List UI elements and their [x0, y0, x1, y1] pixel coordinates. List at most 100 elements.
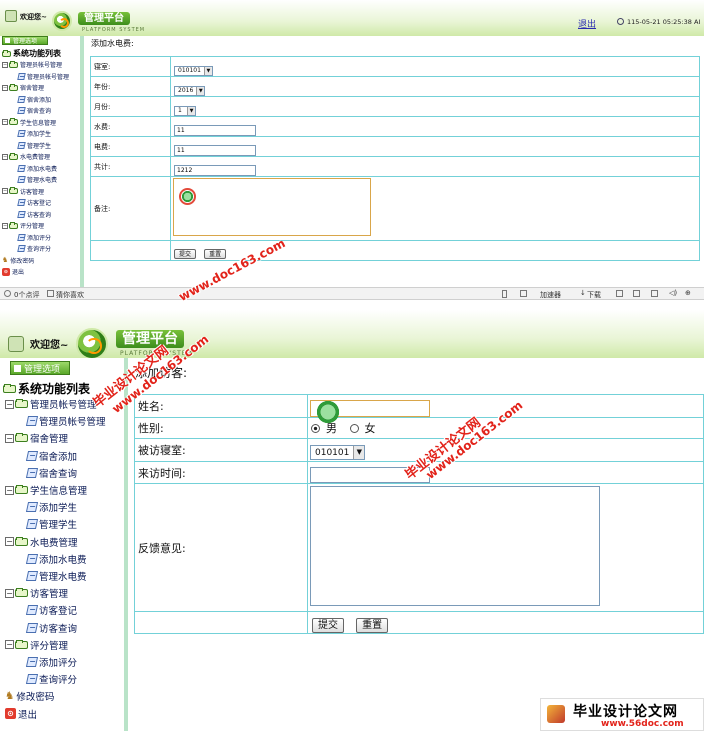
user-icon	[8, 336, 24, 352]
year-select[interactable]: 2016 ▼	[174, 85, 206, 96]
sidebar-link[interactable]: 查询评分	[17, 244, 51, 253]
image-icon[interactable]	[633, 290, 640, 297]
sidebar-link-label: 访客查询	[39, 623, 78, 635]
sidebar-link[interactable]: 宿舍查询	[25, 466, 77, 480]
logo-icon	[52, 11, 72, 31]
month-select[interactable]: 1 ▼	[174, 105, 196, 116]
remark-textarea[interactable]	[173, 177, 371, 236]
tree-group[interactable]: − 水电费管理	[2, 152, 50, 161]
sidebar-link[interactable]: 访客登记	[25, 603, 77, 617]
change-password-link[interactable]: ♞ 修改密码	[2, 256, 34, 265]
feedback-textarea[interactable]	[310, 485, 600, 606]
gender-female-radio[interactable]: 女	[349, 420, 376, 436]
tree-root-label: 系统功能列表	[13, 49, 61, 58]
brand-subtitle: PLATFORM SYSTEM	[82, 27, 146, 33]
tree-group[interactable]: − 水电费管理	[5, 535, 78, 549]
volume-icon[interactable]: ◁)	[669, 289, 677, 297]
folder-open-icon	[9, 83, 18, 91]
sidebar-link[interactable]: 添加评分	[25, 655, 78, 669]
document-icon	[17, 199, 26, 206]
sidebar-link[interactable]: 添加学生	[17, 129, 51, 138]
sidebar-link[interactable]: 添加学生	[25, 500, 77, 514]
sidebar-link[interactable]: 访客登记	[17, 198, 51, 207]
sidebar-link[interactable]: 管理学生	[25, 517, 77, 531]
reset-button[interactable]: 重置	[356, 617, 389, 633]
download-button[interactable]: 下载	[587, 290, 601, 300]
document-icon	[25, 571, 39, 581]
user-icon	[5, 10, 17, 22]
sidebar-link[interactable]: 管理水电费	[17, 175, 57, 184]
screen-icon[interactable]	[520, 290, 527, 297]
sidebar-link-label: 添加评分	[39, 658, 78, 669]
key-icon: ♞	[2, 256, 9, 264]
sidebar-link[interactable]: 管理员帐号管理	[17, 72, 70, 81]
phone-icon[interactable]	[502, 290, 507, 298]
options-label: 管理选项	[24, 364, 61, 375]
tree-group[interactable]: − 管理员帐号管理	[5, 397, 97, 411]
comments-count[interactable]: 0个点评	[14, 290, 39, 300]
sidebar-link[interactable]: 访客查询	[25, 621, 78, 635]
tree-group[interactable]: − 评分管理	[5, 638, 68, 652]
tree-group[interactable]: − 访客管理	[2, 187, 44, 196]
sidebar-link[interactable]: 宿舍查询	[17, 106, 51, 115]
tree-group[interactable]: − 宿舍管理	[2, 83, 44, 92]
share-icon[interactable]	[616, 290, 623, 297]
month-select-value: 1	[178, 107, 182, 114]
sidebar-link[interactable]: 查询评分	[25, 672, 77, 686]
exit-link[interactable]: ⊙ 退出	[5, 707, 37, 721]
gender-female-label: 女	[364, 422, 376, 435]
exit-link[interactable]: ⊙ 退出	[2, 267, 24, 276]
guess-link[interactable]: 猜你喜欢	[56, 290, 84, 300]
folder-open-icon	[15, 399, 28, 408]
options-button[interactable]: 管理选项	[10, 361, 70, 375]
tree-root[interactable]: 系统功能列表	[2, 48, 61, 59]
document-icon	[17, 176, 26, 183]
electric-fee-input[interactable]	[174, 145, 256, 156]
change-password-link[interactable]: ♞ 修改密码	[5, 689, 54, 703]
sidebar-link[interactable]: 管理水电费	[25, 569, 87, 583]
document-icon	[17, 210, 26, 218]
tree-group[interactable]: − 学生信息管理	[5, 483, 87, 497]
sidebar-link[interactable]: 访客查询	[17, 210, 51, 219]
sidebar-link[interactable]: 管理员帐号管理	[25, 414, 106, 428]
document-icon	[17, 141, 26, 149]
document-icon	[25, 657, 39, 667]
submit-button[interactable]: 提交	[312, 617, 344, 633]
tree-group[interactable]: − 管理员帐号管理	[2, 60, 62, 69]
submit-button[interactable]: 提交	[174, 249, 196, 259]
room-select[interactable]: 010101 ▼	[174, 65, 213, 76]
sidebar-link[interactable]: 添加评分	[17, 233, 52, 242]
tree-root[interactable]: 系统功能列表	[3, 380, 90, 397]
zoom-icon[interactable]: ⊕	[685, 289, 691, 297]
collapse-icon: −	[2, 84, 8, 91]
sidebar-link[interactable]: 添加水电费	[25, 552, 87, 566]
sidebar-link[interactable]: 宿舍添加	[25, 449, 77, 463]
collapse-icon: −	[5, 588, 14, 598]
reset-button[interactable]: 重置	[204, 249, 227, 259]
tree-group[interactable]: − 学生信息管理	[2, 118, 56, 127]
remark-label: 备注:	[94, 204, 111, 213]
sidebar-link-label: 添加水电费	[27, 165, 58, 173]
accelerator-button[interactable]: 加速器	[540, 290, 561, 300]
water-fee-input[interactable]	[174, 125, 256, 136]
options-button[interactable]: 管理选项	[2, 36, 48, 45]
sidebar-link[interactable]: 宿舍添加	[17, 95, 51, 104]
sidebar-link-label: 添加评分	[27, 234, 52, 242]
total-input[interactable]	[174, 165, 256, 176]
visited-room-select[interactable]: 010101 ▼	[310, 445, 366, 461]
chevron-down-icon: ▼	[203, 66, 212, 75]
logout-link[interactable]: 退出	[578, 17, 596, 30]
tree-group[interactable]: − 宿舍管理	[5, 431, 68, 445]
logo-icon	[76, 328, 108, 360]
tree-group[interactable]: − 评分管理	[2, 221, 44, 230]
tree-group-label: 学生信息管理	[20, 119, 57, 127]
options-label: 管理选项	[13, 38, 38, 45]
tree-group[interactable]: − 访客管理	[5, 586, 68, 600]
sidebar-link[interactable]: 管理学生	[17, 141, 51, 150]
sidebar-link-label: 管理员帐号管理	[27, 73, 70, 81]
exit-label: 退出	[12, 269, 25, 276]
document-icon	[17, 245, 26, 252]
brand-title: 管理平台	[116, 330, 184, 348]
sidebar-link[interactable]: 添加水电费	[17, 164, 58, 173]
window-icon[interactable]	[651, 290, 658, 297]
